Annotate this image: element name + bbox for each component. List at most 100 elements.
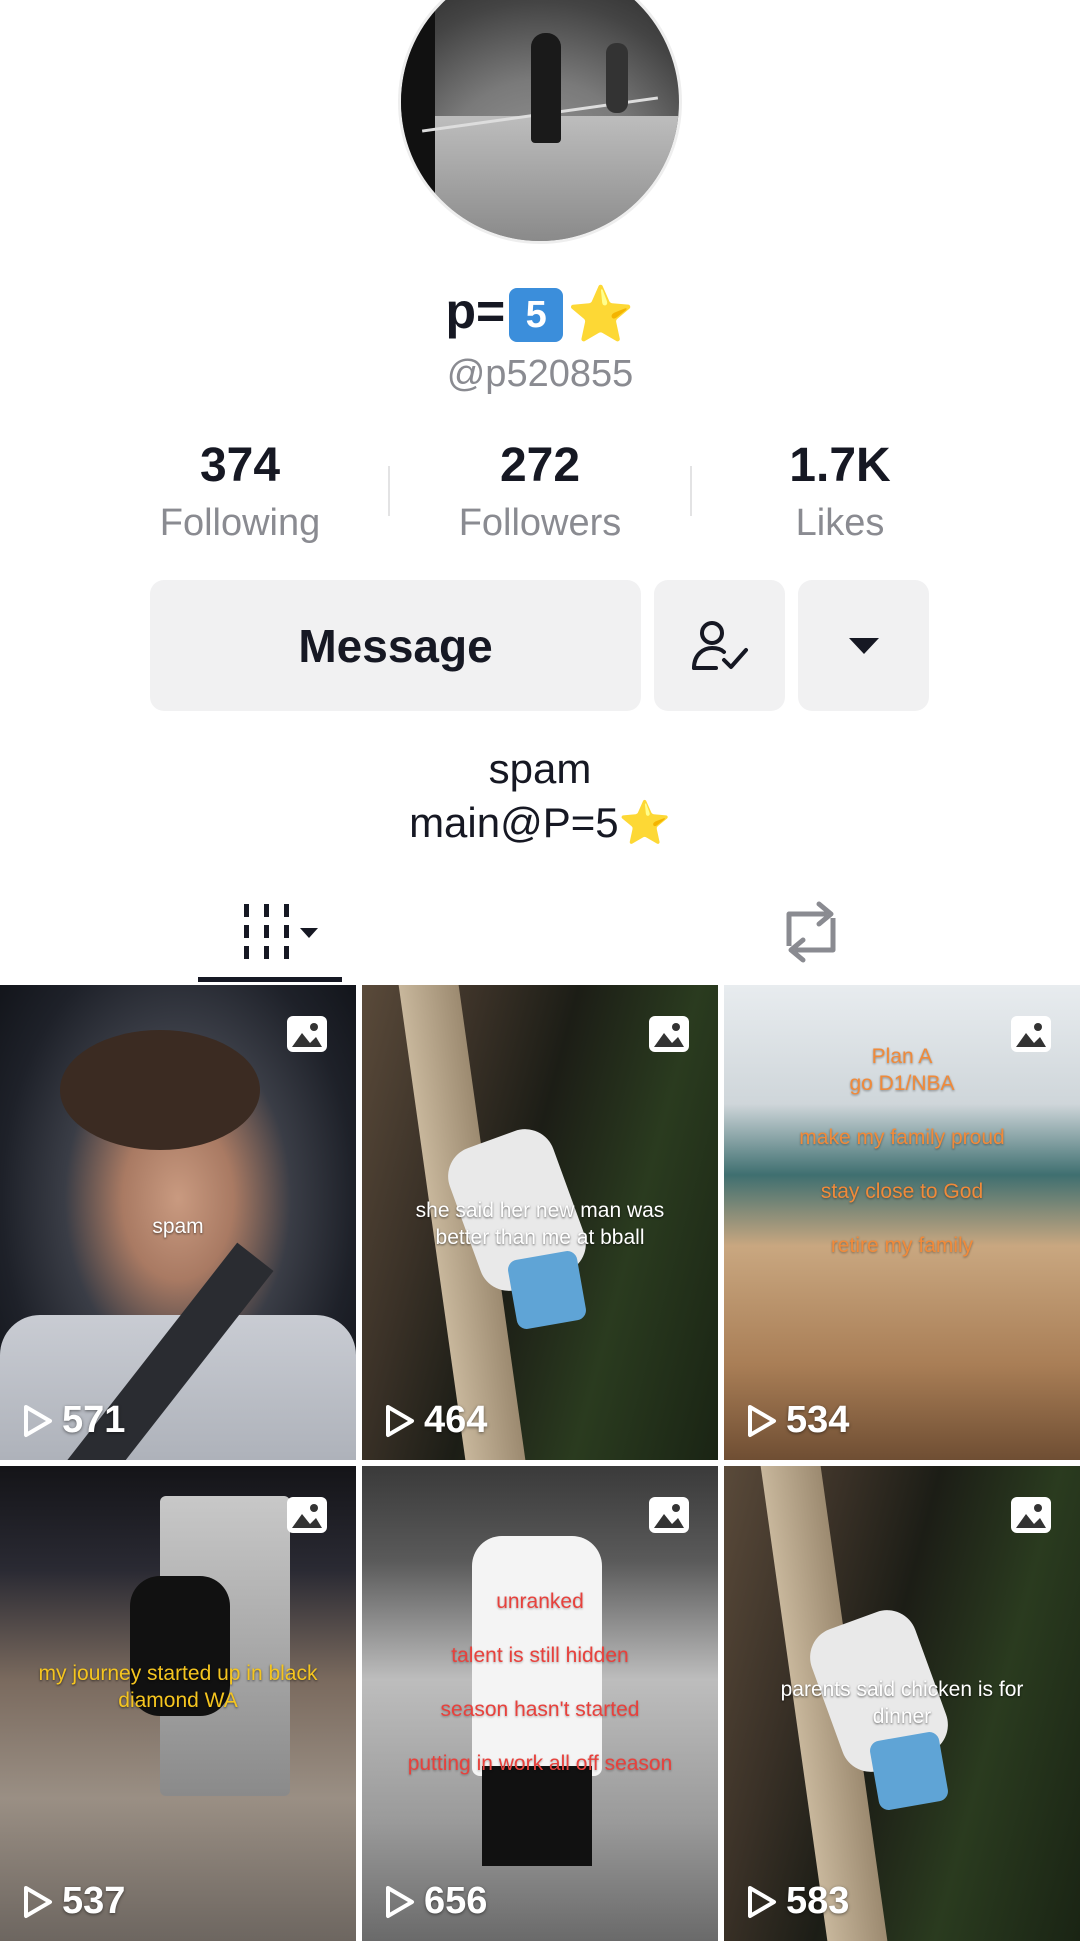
caption-line: stay close to God — [820, 1180, 984, 1203]
caret-down-icon — [848, 637, 879, 654]
message-button[interactable]: Message — [150, 580, 641, 711]
view-count: 656 — [384, 1880, 487, 1923]
photo-post-icon — [1011, 1016, 1051, 1052]
grid-item-6[interactable]: parents said chicken is for dinner 583 — [724, 1466, 1080, 1941]
stat-divider — [690, 466, 692, 516]
content-grid: spam 571 she said her new man was better… — [0, 985, 1080, 1941]
caption-line — [754, 1205, 1050, 1232]
message-button-label: Message — [298, 619, 493, 672]
grid-item-caption: unranked talent is still hidden season h… — [362, 1588, 718, 1777]
grid-item-caption: parents said chicken is for dinner — [724, 1676, 1080, 1730]
play-icon — [386, 1885, 414, 1918]
caption-line: Plan A — [871, 1045, 933, 1068]
bio-line-2: main@P=5⭐ — [0, 796, 1080, 850]
grid-item-caption: Plan A go D1/NBA make my family proud st… — [724, 1043, 1080, 1259]
tab-videos[interactable] — [196, 880, 342, 984]
avatar-photo-person — [531, 33, 561, 143]
photo-post-icon — [649, 1497, 689, 1533]
grid-item-4[interactable]: my journey started up in black diamond W… — [0, 1466, 356, 1941]
caption-line: better than me at bball — [435, 1226, 645, 1249]
stat-divider — [388, 466, 390, 516]
profile-bio: spam main@P=5⭐ — [0, 742, 1080, 850]
play-icon — [386, 1404, 414, 1437]
grid-item-caption: spam — [0, 1213, 356, 1240]
avatar-photo-person-background — [606, 43, 628, 113]
bio-line-2-text: main@P=5 — [409, 799, 619, 846]
caption-line — [392, 1615, 688, 1642]
view-count-value: 656 — [424, 1880, 488, 1922]
view-count-value: 571 — [62, 1399, 126, 1441]
likes-label: Likes — [795, 502, 885, 544]
view-count: 534 — [746, 1399, 849, 1442]
photo-post-icon — [649, 1016, 689, 1052]
caption-line: parents said chicken is for — [780, 1678, 1024, 1701]
followers-label: Followers — [458, 502, 622, 544]
stat-followers[interactable]: 272 Followers — [410, 440, 670, 545]
view-count-value: 534 — [786, 1399, 850, 1441]
play-icon — [748, 1885, 776, 1918]
display-name-text: p= — [445, 283, 506, 339]
keycap-five-emoji: 5 — [509, 287, 564, 342]
followers-count: 272 — [499, 439, 581, 492]
grid-item-5[interactable]: unranked talent is still hidden season h… — [362, 1466, 718, 1941]
caption-line: retire my family — [830, 1234, 974, 1257]
grid-item-1[interactable]: spam 571 — [0, 985, 356, 1460]
caption-line — [754, 1097, 1050, 1124]
caption-line — [392, 1669, 688, 1696]
avatar-photo-wall — [401, 0, 435, 241]
stat-following[interactable]: 374 Following — [110, 440, 370, 545]
view-count: 464 — [384, 1399, 487, 1442]
profile-stats: 374 Following 272 Followers 1.7K Likes — [0, 440, 1080, 550]
following-count: 374 — [199, 439, 281, 492]
star-emoji: ⭐ — [567, 284, 635, 345]
grid-bars-icon — [244, 904, 318, 959]
caption-line: talent is still hidden — [451, 1644, 629, 1667]
view-count-value: 583 — [786, 1880, 850, 1922]
play-icon — [748, 1404, 776, 1437]
caption-line: season hasn't started — [440, 1698, 640, 1721]
stat-likes[interactable]: 1.7K Likes — [710, 440, 970, 545]
grid-item-3[interactable]: Plan A go D1/NBA make my family proud st… — [724, 985, 1080, 1460]
grid-item-caption: she said her new man was better than me … — [362, 1197, 718, 1251]
caption-line — [754, 1151, 1050, 1178]
photo-post-icon — [287, 1016, 327, 1052]
play-icon — [24, 1404, 52, 1437]
view-count-value: 464 — [424, 1399, 488, 1441]
following-label: Following — [159, 502, 321, 544]
caption-line: make my family proud — [799, 1126, 1005, 1149]
caption-line: dinner — [872, 1705, 932, 1728]
caption-line: spam — [152, 1215, 204, 1238]
caption-line: putting in work all off season — [407, 1752, 673, 1775]
view-count: 571 — [22, 1399, 125, 1442]
star-emoji: ⭐ — [618, 799, 671, 846]
username-handle: @p520855 — [446, 353, 634, 395]
tab-reposts[interactable] — [738, 880, 884, 984]
photo-subject-shorts — [482, 1766, 592, 1866]
more-options-dropdown-button[interactable] — [798, 580, 929, 711]
caption-line: unranked — [496, 1590, 584, 1613]
caption-line: go D1/NBA — [849, 1072, 955, 1095]
grid-item-caption: my journey started up in black diamond W… — [0, 1660, 356, 1714]
caption-line: she said her new man was — [415, 1199, 665, 1222]
profile-tabs — [0, 880, 1080, 984]
photo-subject-shorts — [868, 1730, 950, 1812]
person-check-icon — [691, 620, 748, 670]
active-tab-indicator — [198, 977, 342, 982]
photo-subject-shorts — [506, 1249, 588, 1331]
grid-item-2[interactable]: she said her new man was better than me … — [362, 985, 718, 1460]
bio-line-1: spam — [488, 745, 592, 792]
repost-icon — [786, 901, 836, 963]
caption-line: my journey started up in black — [38, 1662, 318, 1685]
view-count: 583 — [746, 1880, 849, 1923]
display-name: p= 5 ⭐ — [0, 282, 1080, 346]
caption-line — [392, 1723, 688, 1750]
photo-subject-hair — [60, 1030, 260, 1150]
photo-post-icon — [287, 1497, 327, 1533]
profile-avatar[interactable] — [398, 0, 682, 244]
caption-line: diamond WA — [118, 1689, 238, 1712]
view-count: 537 — [22, 1880, 125, 1923]
play-icon — [24, 1885, 52, 1918]
view-count-value: 537 — [62, 1880, 126, 1922]
likes-count: 1.7K — [789, 439, 891, 492]
following-status-button[interactable] — [654, 580, 785, 711]
